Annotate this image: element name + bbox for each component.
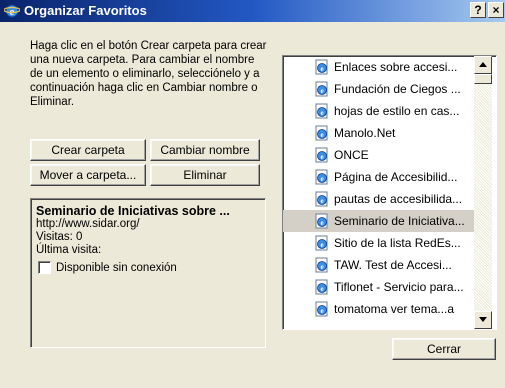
details-url: http://www.sidar.org/ [36,218,140,230]
favorite-item[interactable]: e ONCE [283,144,476,166]
instructions-text: Haga clic en el botón Crear carpeta para… [30,40,267,108]
favorite-item[interactable]: e Seminario de Iniciativa... [283,210,476,232]
ie-page-icon: e [315,235,328,251]
favorite-item[interactable]: e Manolo.Net [283,122,476,144]
svg-text:e: e [320,131,323,139]
favorites-list[interactable]: e Enlaces sobre accesi... e Fundación de Ci… [282,55,497,330]
details-last-visit: Última visita: [36,244,102,256]
favorite-label: Tiflonet - Servicio para... [334,280,464,294]
ie-app-icon: e [4,4,20,18]
arrow-down-icon [479,317,487,322]
svg-text:e: e [320,65,323,73]
svg-text:e: e [320,285,323,293]
ie-page-icon: e [315,147,328,163]
scroll-down-button[interactable] [474,311,492,329]
favorite-item[interactable]: e Fundación de Ciegos ... [283,78,476,100]
scroll-up-button[interactable] [474,56,492,74]
svg-text:e: e [320,153,323,161]
window-title: Organizar Favoritos [24,3,147,18]
details-title: Seminario de Iniciativas sobre ... [36,204,230,218]
favorite-label: tomatoma ver tema...a [334,302,455,316]
ie-page-icon: e [315,213,328,229]
create-folder-button[interactable]: Crear carpeta [30,139,146,161]
ie-page-icon: e [315,301,328,317]
ie-page-icon: e [315,81,328,97]
favorite-item[interactable]: e pautas de accesibilida... [283,188,476,210]
details-panel: Seminario de Iniciativas sobre ... http:… [30,198,266,348]
ie-page-icon: e [315,125,328,141]
scroll-thumb[interactable] [474,74,492,84]
rename-label: Cambiar nombre [160,143,250,157]
details-visits: Visitas: 0 [36,231,83,243]
arrow-up-icon [479,62,487,67]
ie-page-icon: e [315,103,328,119]
svg-text:e: e [320,197,323,205]
favorite-item[interactable]: e Enlaces sobre accesi... [283,56,476,78]
help-button[interactable]: ? [470,2,486,18]
offline-label: Disponible sin conexión [56,261,177,274]
favorite-item[interactable]: e Sitio de la lista RedEs... [283,232,476,254]
favorites-items: e Enlaces sobre accesi... e Fundación de Ci… [283,56,476,320]
move-to-folder-button[interactable]: Mover a carpeta... [30,164,146,186]
svg-text:e: e [320,175,323,183]
favorite-label: Sitio de la lista RedEs... [334,236,461,250]
title-bar: e Organizar Favoritos ? × [0,0,505,22]
close-button[interactable]: × [488,2,504,18]
ie-page-icon: e [315,59,328,75]
svg-text:e: e [320,263,323,271]
favorite-label: Seminario de Iniciativa... [334,214,465,228]
ie-page-icon: e [315,257,328,273]
favorite-item[interactable]: e hojas de estilo en cas... [283,100,476,122]
svg-text:e: e [320,219,323,227]
favorite-label: pautas de accesibilida... [334,192,463,206]
ie-page-icon: e [315,279,328,295]
svg-text:e: e [320,109,323,117]
favorite-label: Fundación de Ciegos ... [334,82,461,96]
favorite-label: Enlaces sobre accesi... [334,60,458,74]
favorite-label: Manolo.Net [334,126,396,140]
offline-checkbox-row[interactable]: Disponible sin conexión [36,261,260,274]
favorite-item[interactable]: e Tiflonet - Servicio para... [283,276,476,298]
delete-button[interactable]: Eliminar [150,164,260,186]
favorite-item[interactable]: e Página de Accesibilid... [283,166,476,188]
svg-text:e: e [320,87,323,95]
create-folder-label: Crear carpeta [51,143,125,157]
svg-text:e: e [320,241,323,249]
favorite-item[interactable]: e tomatoma ver tema...a [283,298,476,320]
favorite-label: ONCE [334,148,369,162]
svg-text:e: e [320,307,323,315]
offline-checkbox[interactable] [38,261,51,274]
close-dialog-button[interactable]: Cerrar [392,338,496,360]
favorite-label: hojas de estilo en cas... [334,104,460,118]
favorite-label: TAW. Test de Accesi... [334,258,452,272]
rename-button[interactable]: Cambiar nombre [150,139,260,161]
ie-page-icon: e [315,191,328,207]
ie-page-icon: e [315,169,328,185]
favorite-label: Página de Accesibilid... [334,170,458,184]
delete-label: Eliminar [183,168,227,182]
favorite-item[interactable]: e TAW. Test de Accesi... [283,254,476,276]
vertical-scrollbar[interactable] [474,56,492,329]
move-to-folder-label: Mover a carpeta... [39,168,137,182]
close-dialog-label: Cerrar [426,342,461,356]
